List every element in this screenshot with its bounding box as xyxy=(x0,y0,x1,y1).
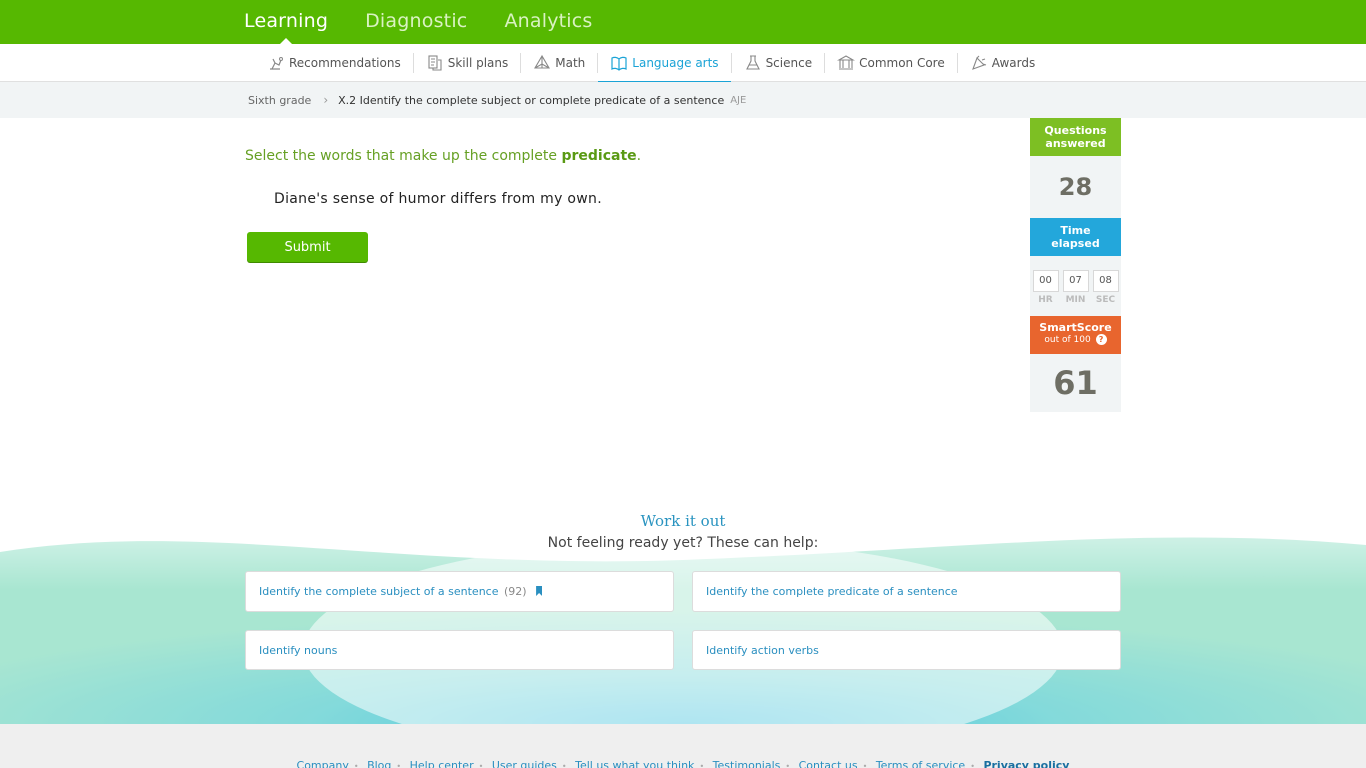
math-icon xyxy=(533,54,551,72)
footer-link-blog[interactable]: Blog xyxy=(367,759,391,768)
footer-link-terms[interactable]: Terms of service xyxy=(876,759,965,768)
top-nav-learning[interactable]: Learning xyxy=(244,0,328,44)
bookmark-icon xyxy=(536,586,543,596)
chevron-right-icon: › xyxy=(323,93,329,107)
questions-answered-header: Questions answered xyxy=(1030,118,1121,156)
subnav-language-arts[interactable]: Language arts xyxy=(598,44,731,83)
work-it-out-subtitle: Not feeling ready yet? These can help: xyxy=(547,535,819,551)
prompt-suffix: . xyxy=(636,148,642,164)
skill-code: AJE xyxy=(730,94,747,106)
related-skill-card[interactable]: Identify action verbs xyxy=(692,630,1121,670)
smartscore-header: SmartScore out of 100 ? xyxy=(1030,316,1121,354)
subnav-common-core[interactable]: Common Core xyxy=(825,44,957,82)
separator-dot: • xyxy=(785,762,791,768)
breadcrumb-grade[interactable]: Sixth grade xyxy=(248,94,311,107)
questions-answered-label-2: answered xyxy=(1045,137,1106,150)
subnav-recommendations[interactable]: Recommendations xyxy=(255,44,413,82)
related-skill-count: (92) xyxy=(504,585,527,598)
separator-dot: • xyxy=(970,762,975,768)
questions-answered-value: 28 xyxy=(1030,156,1121,218)
related-skill-card[interactable]: Identify nouns xyxy=(245,630,674,670)
help-icon[interactable]: ? xyxy=(1095,334,1107,345)
footer-link-feedback[interactable]: Tell us what you think xyxy=(575,759,694,768)
subnav-language-arts-label: Language arts xyxy=(632,56,719,70)
related-skill-label: Identify nouns xyxy=(259,644,338,657)
question-sentence[interactable]: Diane's sense of humor differs from my o… xyxy=(274,191,602,207)
smartscore-sub: out of 100 ? xyxy=(1030,334,1121,347)
work-it-out-background xyxy=(0,530,1366,724)
smartscore-sub-label: out of 100 xyxy=(1044,335,1091,345)
skill-plans-icon xyxy=(426,54,444,72)
footer: Company • Blog • Help center • User guides •… xyxy=(0,724,1366,768)
time-elapsed-body: 00 07 08 HR MIN SEC xyxy=(1030,256,1121,316)
seconds-label: SEC xyxy=(1095,295,1116,305)
separator-dot: • xyxy=(396,762,402,768)
footer-link-company[interactable]: Company xyxy=(297,759,349,768)
separator-dot: • xyxy=(478,762,484,768)
minutes-label: MIN xyxy=(1065,295,1086,305)
subnav-skill-plans[interactable]: Skill plans xyxy=(414,44,521,82)
prompt-text: Select the words that make up the comple… xyxy=(245,148,558,164)
prompt-keyword: predicate xyxy=(561,148,637,164)
subnav-skill-plans-label: Skill plans xyxy=(447,56,509,70)
subnav-science[interactable]: Science xyxy=(732,44,825,82)
subnav-math-label: Math xyxy=(555,56,586,70)
top-nav-diagnostic[interactable]: Diagnostic xyxy=(365,0,467,44)
science-icon xyxy=(744,54,762,72)
footer-link-privacy[interactable]: Privacy policy xyxy=(983,759,1069,768)
subnav-recommendations-label: Recommendations xyxy=(289,56,401,70)
smartscore-label: SmartScore xyxy=(1039,321,1112,334)
separator-dot: • xyxy=(699,762,705,768)
related-skill-label: Identify the complete subject of a sente… xyxy=(259,585,499,598)
related-skill-card[interactable]: Identify the complete subject of a sente… xyxy=(245,571,674,612)
awards-icon xyxy=(970,54,988,72)
footer-link-testimonials[interactable]: Testimonials xyxy=(713,759,781,768)
time-hours: 00 xyxy=(1032,270,1059,292)
time-seconds: 08 xyxy=(1092,270,1119,292)
related-skill-card[interactable]: Identify the complete predicate of a sen… xyxy=(692,571,1121,612)
work-it-out-title: Work it out xyxy=(640,512,726,530)
hours-label: HR xyxy=(1038,295,1053,305)
time-elapsed-label-1: Time xyxy=(1060,224,1091,237)
questions-answered-label-1: Questions xyxy=(1044,124,1107,137)
submit-button[interactable]: Submit xyxy=(247,232,368,262)
related-skill-label: Identify the complete predicate of a sen… xyxy=(706,585,958,598)
language-arts-icon xyxy=(610,54,628,72)
subject-nav: Recommendations Skill plans Math Languag… xyxy=(0,44,1366,83)
subnav-common-core-label: Common Core xyxy=(859,56,945,70)
time-elapsed-header: Time elapsed xyxy=(1030,218,1121,256)
footer-link-user-guides[interactable]: User guides xyxy=(492,759,557,768)
top-nav-analytics[interactable]: Analytics xyxy=(504,0,592,44)
stats-sidebar: Questions answered 28 Time elapsed 00 07… xyxy=(1030,118,1121,412)
footer-link-contact[interactable]: Contact us xyxy=(799,759,858,768)
subnav-awards-label: Awards xyxy=(991,56,1036,70)
time-elapsed-label-2: elapsed xyxy=(1051,237,1100,250)
related-skill-label: Identify action verbs xyxy=(706,644,819,657)
breadcrumb: Sixth grade › X.2 Identify the complete … xyxy=(248,82,746,118)
subnav-math[interactable]: Math xyxy=(521,44,597,82)
subnav-science-label: Science xyxy=(765,56,813,70)
question-prompt: Select the words that make up the comple… xyxy=(245,148,641,164)
footer-links: Company • Blog • Help center • User guides •… xyxy=(0,759,1366,768)
top-nav: Learning Diagnostic Analytics xyxy=(244,0,630,44)
separator-dot: • xyxy=(353,762,359,768)
footer-link-help-center[interactable]: Help center xyxy=(410,759,474,768)
separator-dot: • xyxy=(561,762,567,768)
separator-dot: • xyxy=(862,762,868,768)
breadcrumb-bar: Sixth grade › X.2 Identify the complete … xyxy=(0,82,1366,118)
subnav-awards[interactable]: Awards xyxy=(958,44,1047,82)
time-minutes: 07 xyxy=(1062,270,1089,292)
smartscore-value: 61 xyxy=(1030,354,1121,412)
common-core-icon xyxy=(837,54,856,72)
top-nav-bar: Learning Diagnostic Analytics xyxy=(0,0,1366,44)
breadcrumb-skill: X.2 Identify the complete subject or com… xyxy=(338,93,725,107)
recommendations-icon xyxy=(267,54,285,72)
